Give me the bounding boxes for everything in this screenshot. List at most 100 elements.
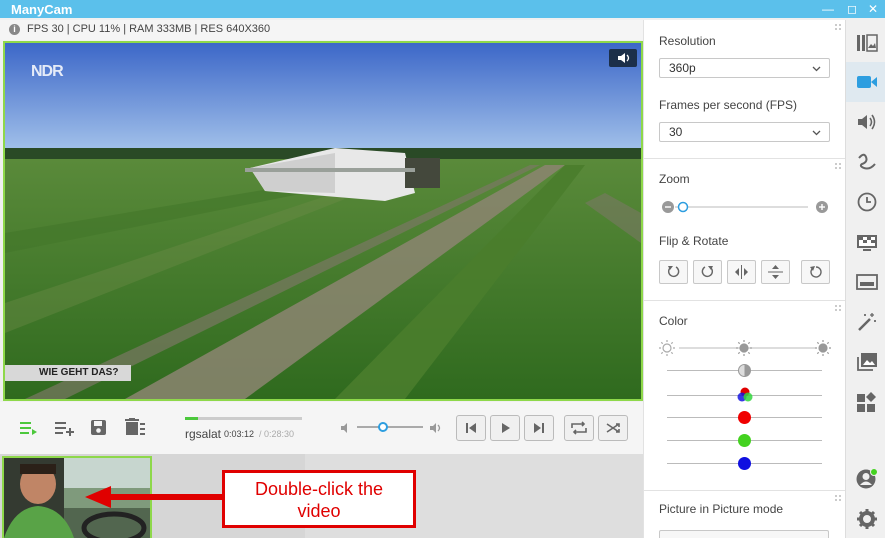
volume-high-icon[interactable] (429, 421, 443, 435)
contrast-knob[interactable] (738, 364, 751, 377)
rail-images[interactable] (846, 342, 885, 382)
stats-bar: i FPS 30 | CPU 11% | RAM 333MB | RES 640… (0, 20, 643, 40)
rail-effects[interactable] (846, 302, 885, 342)
flip-horizontal-button[interactable] (727, 260, 756, 284)
section-divider (644, 300, 846, 301)
playback-controls: rgsalat 0:03:12 / 0:28:30 (0, 402, 643, 454)
chevron-down-icon (812, 66, 821, 72)
rail-video[interactable] (846, 62, 885, 102)
title-bar: ManyCam — ◻ ✕ (0, 0, 885, 18)
blue-knob[interactable] (738, 457, 751, 470)
red-knob[interactable] (738, 411, 751, 424)
rail-settings[interactable] (846, 498, 885, 538)
effects-icon (858, 313, 876, 331)
settings-icon (857, 509, 877, 529)
color-label: Color (659, 314, 688, 328)
reset-rotation-button[interactable] (801, 260, 830, 284)
volume-slider[interactable] (357, 426, 423, 428)
settings-panel: Resolution 360p Frames per second (FPS) … (643, 20, 846, 538)
volume-slider-knob[interactable] (378, 422, 389, 432)
rail-presets[interactable] (846, 23, 885, 63)
callout-arrow (85, 486, 225, 508)
flip-rotate-label: Flip & Rotate (659, 234, 729, 248)
video-frame (5, 43, 641, 399)
flip-horizontal-icon (735, 265, 748, 279)
shuffle-button[interactable] (598, 415, 628, 441)
video-volume-button[interactable] (609, 49, 637, 67)
track-progress-fill (185, 417, 198, 420)
stats-text: FPS 30 | CPU 11% | RAM 333MB | RES 640X3… (27, 23, 271, 35)
rotate-right-icon (701, 266, 714, 278)
info-icon[interactable]: i (9, 24, 20, 35)
fps-label: Frames per second (FPS) (659, 98, 798, 112)
chevron-down-icon (812, 130, 821, 136)
reset-icon (810, 266, 822, 278)
grip-icon[interactable] (834, 23, 842, 31)
playlist-icon[interactable] (20, 420, 38, 436)
zoom-label: Zoom (659, 172, 690, 186)
brightness-slider[interactable] (659, 340, 834, 356)
video-icon (857, 76, 877, 88)
delete-playlist-icon[interactable] (123, 418, 145, 437)
skip-forward-icon (534, 423, 544, 433)
current-time: 0:03:12 (224, 429, 255, 439)
clock-icon (857, 192, 877, 212)
rotate-left-icon (667, 266, 680, 278)
maximize-icon[interactable]: ◻ (844, 1, 860, 17)
close-icon[interactable]: ✕ (865, 1, 881, 17)
repeat-icon (571, 421, 587, 435)
account-icon (856, 468, 878, 489)
volume-icon (618, 53, 630, 63)
rotate-right-button[interactable] (693, 260, 722, 284)
widgets-icon (857, 392, 876, 412)
next-button[interactable] (524, 415, 554, 441)
lower-third-icon (856, 274, 878, 290)
fps-value: 30 (669, 125, 683, 139)
grip-icon[interactable] (834, 162, 842, 170)
rail-widgets[interactable] (846, 382, 885, 422)
audio-icon (858, 114, 876, 130)
rail-draw[interactable] (846, 142, 885, 182)
rail-clock[interactable] (846, 182, 885, 222)
shuffle-icon (606, 423, 620, 433)
grip-icon[interactable] (834, 304, 842, 312)
pip-button[interactable] (659, 530, 829, 538)
window-title: ManyCam (11, 2, 73, 17)
green-knob[interactable] (738, 434, 751, 447)
section-divider (644, 490, 846, 491)
total-time: / 0:28:30 (259, 429, 295, 439)
pip-label: Picture in Picture mode (659, 502, 784, 516)
tool-rail (845, 20, 885, 538)
ndr-logo: NDR (31, 63, 64, 80)
main-video[interactable]: NDR WIE GEHT DAS? (3, 41, 643, 401)
volume-low-icon[interactable] (340, 422, 352, 434)
add-to-playlist-icon[interactable] (55, 420, 75, 436)
track-progress-bar[interactable] (185, 417, 302, 420)
video-caption: WIE GEHT DAS? (5, 365, 131, 381)
callout-line-2: video (297, 501, 341, 521)
previous-button[interactable] (456, 415, 486, 441)
rail-account[interactable] (846, 458, 885, 498)
callout-box: Double-click the video (222, 470, 416, 528)
save-icon[interactable] (90, 419, 107, 436)
flip-vertical-button[interactable] (761, 260, 790, 284)
fps-select[interactable]: 30 (659, 122, 830, 142)
flip-vertical-icon (768, 265, 783, 279)
rotate-left-button[interactable] (659, 260, 688, 284)
minimize-icon[interactable]: — (820, 1, 836, 17)
presets-icon (857, 34, 878, 52)
draw-icon (858, 153, 876, 170)
rgb-icon[interactable] (737, 387, 753, 403)
play-button[interactable] (490, 415, 520, 441)
zoom-slider[interactable] (661, 200, 831, 214)
repeat-button[interactable] (564, 415, 594, 441)
image-icon (857, 353, 877, 371)
resolution-select[interactable]: 360p (659, 58, 830, 78)
rail-audio[interactable] (846, 102, 885, 142)
skip-back-icon (466, 423, 476, 433)
section-divider (644, 158, 846, 159)
grip-icon[interactable] (834, 494, 842, 502)
resolution-label: Resolution (659, 34, 716, 48)
rail-lower-third[interactable] (846, 262, 885, 302)
rail-chroma-key[interactable] (846, 222, 885, 262)
